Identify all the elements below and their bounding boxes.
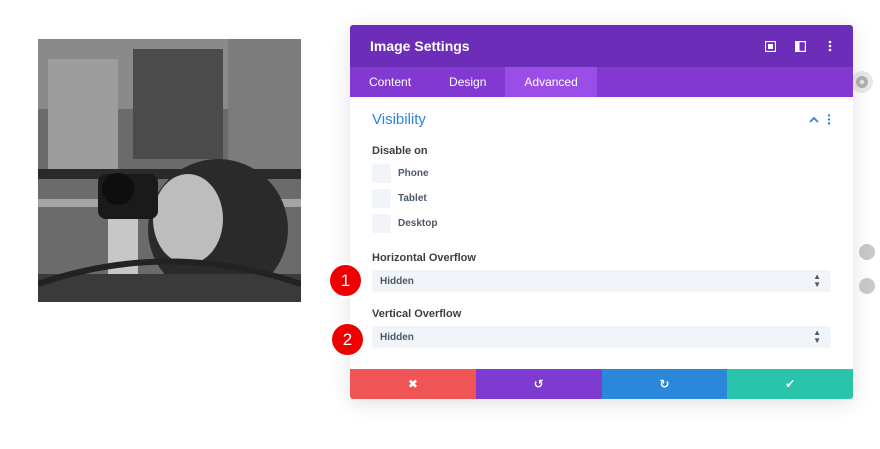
phone-checkbox[interactable]	[372, 164, 391, 183]
disable-phone-row: Phone	[372, 161, 831, 186]
redo-button[interactable]: ↻	[601, 369, 728, 399]
desktop-label: Desktop	[398, 218, 438, 229]
section-title: Visibility	[372, 110, 426, 128]
tablet-label: Tablet	[398, 193, 427, 204]
horizontal-overflow-select[interactable]: Hidden ▲ ▼	[372, 270, 831, 292]
step-badge-1: 1	[330, 265, 361, 296]
horizontal-overflow-value: Hidden	[380, 275, 414, 287]
settings-handle-icon	[856, 76, 868, 88]
phone-label: Phone	[398, 168, 429, 179]
image-settings-modal: Image Settings Content Design Advanced V…	[350, 25, 853, 399]
handle-dot-bottom[interactable]	[859, 278, 875, 294]
modal-title: Image Settings	[370, 38, 470, 54]
vertical-overflow-value: Hidden	[380, 331, 414, 343]
disable-tablet-row: Tablet	[372, 186, 831, 211]
vertical-overflow-select[interactable]: Hidden ▲ ▼	[372, 326, 831, 348]
horizontal-overflow-label: Horizontal Overflow	[372, 252, 476, 264]
disable-on-label: Disable on	[372, 145, 428, 157]
disable-desktop-row: Desktop	[372, 211, 831, 236]
close-icon: ✖	[407, 377, 418, 391]
check-icon: ✔	[785, 377, 796, 391]
split-view-icon[interactable]	[793, 39, 807, 53]
cancel-button[interactable]: ✖	[350, 369, 476, 399]
photo-image	[38, 39, 301, 302]
desktop-checkbox[interactable]	[372, 214, 391, 233]
settings-content: Visibility Disable on Phone Tablet Deskt…	[350, 97, 853, 369]
tab-advanced[interactable]: Advanced	[505, 67, 597, 97]
tablet-checkbox[interactable]	[372, 189, 391, 208]
tab-design[interactable]: Design	[430, 67, 505, 97]
select-arrows-icon: ▲ ▼	[813, 328, 821, 345]
section-more-icon[interactable]	[827, 113, 831, 125]
handle-dot-top[interactable]	[859, 244, 875, 260]
chevron-up-icon[interactable]	[809, 116, 819, 123]
select-arrows-icon: ▲ ▼	[813, 272, 821, 289]
visibility-section-header[interactable]: Visibility	[372, 97, 831, 141]
fullscreen-icon[interactable]	[763, 39, 777, 53]
more-options-icon[interactable]	[823, 39, 837, 53]
tab-content[interactable]: Content	[350, 67, 430, 97]
undo-icon: ↺	[533, 377, 544, 391]
redo-icon: ↻	[659, 377, 670, 391]
save-button[interactable]: ✔	[727, 369, 853, 399]
undo-button[interactable]: ↺	[475, 369, 602, 399]
modal-header: Image Settings	[350, 25, 853, 67]
step-badge-2: 2	[332, 324, 363, 355]
tab-bar: Content Design Advanced	[350, 67, 853, 97]
modal-footer: ✖ ↺ ↻ ✔	[350, 369, 853, 399]
module-settings-handle[interactable]	[851, 71, 873, 93]
vertical-overflow-label: Vertical Overflow	[372, 308, 462, 320]
